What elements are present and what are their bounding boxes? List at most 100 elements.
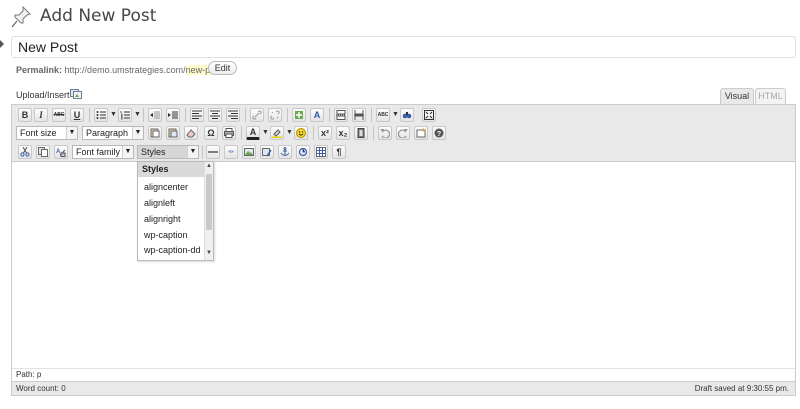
indent-icon[interactable] xyxy=(166,108,180,122)
strikethrough-button[interactable]: ABC xyxy=(52,108,66,122)
tab-visual[interactable]: Visual xyxy=(720,88,754,104)
edit-image-icon[interactable] xyxy=(260,145,274,159)
scroll-up-icon[interactable]: ▲ xyxy=(205,163,213,169)
chevron-down-icon[interactable]: ▼ xyxy=(262,126,269,140)
scroll-down-icon[interactable]: ▼ xyxy=(205,250,213,256)
insert-image-icon[interactable] xyxy=(242,145,256,159)
numbered-list-icon[interactable] xyxy=(118,108,132,122)
toolbar-separator xyxy=(313,126,314,140)
outdent-icon[interactable] xyxy=(148,108,162,122)
chevron-down-icon[interactable]: ▼ xyxy=(110,108,117,122)
styles-option[interactable]: alignright xyxy=(144,214,181,224)
collapse-arrow-icon[interactable] xyxy=(0,40,4,48)
word-count: Word count: 0 xyxy=(16,384,66,393)
format-value: Paragraph xyxy=(86,128,129,138)
paste-word-icon[interactable] xyxy=(166,126,180,140)
styles-option[interactable]: alignleft xyxy=(144,198,175,208)
styles-dropdown-menu: Styles aligncenter alignleft alignright … xyxy=(137,161,214,261)
add-media-icon[interactable] xyxy=(70,88,82,99)
paste-text-icon[interactable] xyxy=(148,126,162,140)
highlight-color-icon[interactable] xyxy=(270,126,284,140)
toolbar-separator xyxy=(202,145,203,159)
find-icon[interactable] xyxy=(400,108,414,122)
styles-select[interactable]: Styles ▼ xyxy=(137,145,199,159)
table-icon[interactable] xyxy=(314,145,328,159)
toolbar-separator xyxy=(143,108,144,122)
redo-icon[interactable] xyxy=(396,126,410,140)
page-break-icon[interactable] xyxy=(334,108,348,122)
toolbar-separator xyxy=(185,108,186,122)
chevron-down-icon: ▼ xyxy=(132,127,143,139)
permalink-base: http://demo.umstrategies.com/ xyxy=(64,65,186,75)
chevron-down-icon[interactable]: ▼ xyxy=(392,108,399,122)
bullet-list-icon[interactable] xyxy=(94,108,108,122)
advanced-settings-icon[interactable] xyxy=(414,126,428,140)
insert-more-icon[interactable] xyxy=(292,108,306,122)
align-left-icon[interactable] xyxy=(190,108,204,122)
help-icon[interactable]: ? xyxy=(432,126,446,140)
eraser-icon[interactable] xyxy=(184,126,198,140)
anchor-icon[interactable] xyxy=(278,145,292,159)
toolbar-separator xyxy=(245,108,246,122)
dropdown-scrollbar[interactable]: ▲ ▼ xyxy=(204,162,213,260)
italic-button[interactable]: I xyxy=(34,108,48,122)
cut-icon[interactable] xyxy=(18,145,32,159)
styles-menu-header: Styles xyxy=(138,162,204,177)
font-size-value: Font size xyxy=(20,128,57,138)
chevron-down-icon[interactable]: ▼ xyxy=(134,108,141,122)
font-size-select[interactable]: Font size ▼ xyxy=(16,126,78,140)
spellcheck-icon[interactable]: A xyxy=(310,108,324,122)
pushpin-icon xyxy=(10,4,34,30)
copy-icon[interactable] xyxy=(36,145,50,159)
align-right-icon[interactable] xyxy=(226,108,240,122)
styles-value: Styles xyxy=(141,147,166,157)
unlink-icon[interactable] xyxy=(268,108,282,122)
toolbar-separator xyxy=(371,108,372,122)
editor-path: Path: p xyxy=(12,368,795,381)
proofread-icon[interactable]: ABC xyxy=(376,108,390,122)
scrollbar-thumb[interactable] xyxy=(206,174,212,230)
draft-saved-status: Draft saved at 9:30:55 pm. xyxy=(694,384,789,393)
chevron-down-icon: ▼ xyxy=(187,146,198,158)
svg-text:?: ? xyxy=(437,131,441,138)
bold-button[interactable]: B xyxy=(18,108,32,122)
special-char-button[interactable]: Ω xyxy=(204,126,218,140)
format-select[interactable]: Paragraph ▼ xyxy=(82,126,144,140)
chevron-down-icon: ▼ xyxy=(66,127,77,139)
font-family-select[interactable]: Font family ▼ xyxy=(72,145,134,159)
toolbar-separator xyxy=(329,108,330,122)
print-icon[interactable] xyxy=(222,126,236,140)
toolbar-separator xyxy=(373,126,374,140)
styles-option[interactable]: wp-caption xyxy=(144,230,188,240)
toolbar-separator xyxy=(287,108,288,122)
chevron-down-icon[interactable]: ▼ xyxy=(286,126,293,140)
fullscreen-icon[interactable] xyxy=(422,108,436,122)
align-center-icon[interactable] xyxy=(208,108,222,122)
subscript-button[interactable]: x₂ xyxy=(336,126,350,140)
tab-html[interactable]: HTML xyxy=(755,88,786,104)
embed-media-icon[interactable] xyxy=(354,126,368,140)
toolbar-separator xyxy=(89,108,90,122)
superscript-button[interactable]: x² xyxy=(318,126,332,140)
undo-icon[interactable] xyxy=(378,126,392,140)
pilcrow-button[interactable]: ¶ xyxy=(332,145,346,159)
permalink-label: Permalink: xyxy=(16,65,63,75)
cleanup-icon[interactable] xyxy=(296,145,310,159)
font-family-value: Font family xyxy=(76,147,121,157)
page-title: Add New Post xyxy=(40,6,157,26)
horizontal-rule-icon[interactable] xyxy=(206,145,220,159)
underline-button[interactable]: U xyxy=(70,108,84,122)
editor-toolbar: B I ABC U ▼ ▼ A ABC ▼ Font size ▼ Paragra… xyxy=(12,105,795,162)
emoticon-icon[interactable] xyxy=(294,126,308,140)
more-tag-icon[interactable] xyxy=(352,108,366,122)
styles-option[interactable]: wp-caption-dd xyxy=(144,245,201,255)
post-title-input[interactable] xyxy=(11,36,796,58)
replace-icon[interactable]: A xyxy=(54,145,68,159)
text-color-button[interactable]: A xyxy=(246,126,260,140)
upload-insert-label: Upload/Insert xyxy=(16,90,70,100)
edit-permalink-button[interactable]: Edit xyxy=(208,61,237,75)
blockquote-icon[interactable]: «» xyxy=(224,145,238,159)
link-icon[interactable] xyxy=(250,108,264,122)
styles-option[interactable]: aligncenter xyxy=(144,182,188,192)
permalink: Permalink: http://demo.umstrategies.com/… xyxy=(16,65,225,75)
